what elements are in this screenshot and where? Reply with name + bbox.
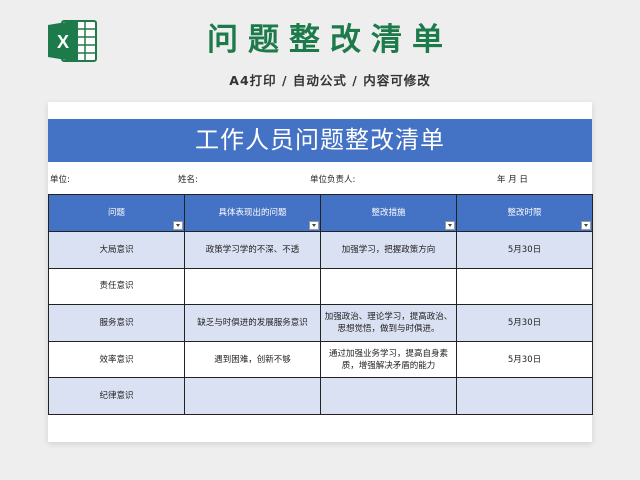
cell-measures[interactable]: 通过加强业务学习，提高自身素质，增强解决矛盾的能力 — [320, 340, 457, 379]
column-header-manifestation[interactable]: 具体表现出的问题 — [184, 194, 321, 232]
column-header-issue[interactable]: 问题 — [48, 194, 185, 232]
column-header-deadline[interactable]: 整改时限 — [456, 194, 593, 232]
date-label[interactable]: 年 月 日 — [497, 173, 528, 185]
filter-dropdown-icon[interactable] — [581, 221, 591, 230]
sheet-title[interactable]: 工作人员问题整改清单 — [48, 119, 592, 162]
column-header-label: 整改时限 — [507, 208, 542, 218]
cell-manifestation[interactable]: 缺乏与时俱进的发展服务意识 — [184, 304, 321, 342]
filter-dropdown-icon[interactable] — [173, 221, 183, 230]
column-header-label: 问题 — [107, 208, 125, 218]
cell-manifestation[interactable]: 遇到困难，创新不够 — [184, 340, 321, 379]
page-title: 问题整改清单 — [207, 22, 453, 58]
cell-measures[interactable] — [320, 377, 457, 415]
info-row: 单位: 姓名: 单位负责人: 年 月 日 — [48, 162, 592, 194]
cell-issue[interactable]: 效率意识 — [48, 340, 185, 379]
filter-dropdown-icon[interactable] — [445, 221, 455, 230]
spreadsheet-preview: 工作人员问题整改清单 单位: 姓名: 单位负责人: 年 月 日 问题 具体表现出… — [48, 102, 593, 442]
cell-measures[interactable]: 加强政治、理论学习，提高政治、思想觉悟，做到与时俱进。 — [320, 304, 457, 342]
table-row: 纪律意识 — [48, 377, 593, 415]
leader-label[interactable]: 单位负责人: — [310, 173, 355, 185]
cell-manifestation[interactable] — [184, 267, 321, 306]
name-label[interactable]: 姓名: — [178, 173, 198, 185]
cell-measures[interactable]: 加强学习，把握政策方向 — [320, 231, 457, 269]
column-header-measures[interactable]: 整改措施 — [320, 194, 457, 232]
excel-logo-letter: X — [57, 32, 69, 52]
cell-issue[interactable]: 服务意识 — [48, 304, 185, 342]
unit-label[interactable]: 单位: — [50, 173, 70, 185]
rectification-table: 问题 具体表现出的问题 整改措施 整改时限 大局意识 政策学习学的不深、不透 加… — [48, 194, 593, 415]
cell-deadline[interactable]: 5月30日 — [456, 304, 593, 342]
cell-deadline[interactable]: 5月30日 — [456, 340, 593, 379]
column-header-label: 具体表现出的问题 — [218, 208, 287, 218]
page-subtitle: A4打印 / 自动公式 / 内容可修改 — [229, 73, 431, 88]
excel-icon: X — [48, 18, 100, 64]
table-row: 服务意识 缺乏与时俱进的发展服务意识 加强政治、理论学习，提高政治、思想觉悟，做… — [48, 304, 593, 342]
cell-deadline[interactable] — [456, 267, 593, 306]
cell-deadline[interactable]: 5月30日 — [456, 231, 593, 269]
cell-measures[interactable] — [320, 267, 457, 306]
cell-manifestation[interactable] — [184, 377, 321, 415]
cell-deadline[interactable] — [456, 377, 593, 415]
cell-issue[interactable]: 纪律意识 — [48, 377, 185, 415]
filter-dropdown-icon[interactable] — [309, 221, 319, 230]
column-header-label: 整改措施 — [371, 208, 406, 218]
table-row: 大局意识 政策学习学的不深、不透 加强学习，把握政策方向 5月30日 — [48, 231, 593, 269]
cell-issue[interactable]: 责任意识 — [48, 267, 185, 306]
table-row: 效率意识 遇到困难，创新不够 通过加强业务学习，提高自身素质，增强解决矛盾的能力… — [48, 340, 593, 379]
cell-issue[interactable]: 大局意识 — [48, 231, 185, 269]
cell-manifestation[interactable]: 政策学习学的不深、不透 — [184, 231, 321, 269]
table-row: 责任意识 — [48, 267, 593, 306]
